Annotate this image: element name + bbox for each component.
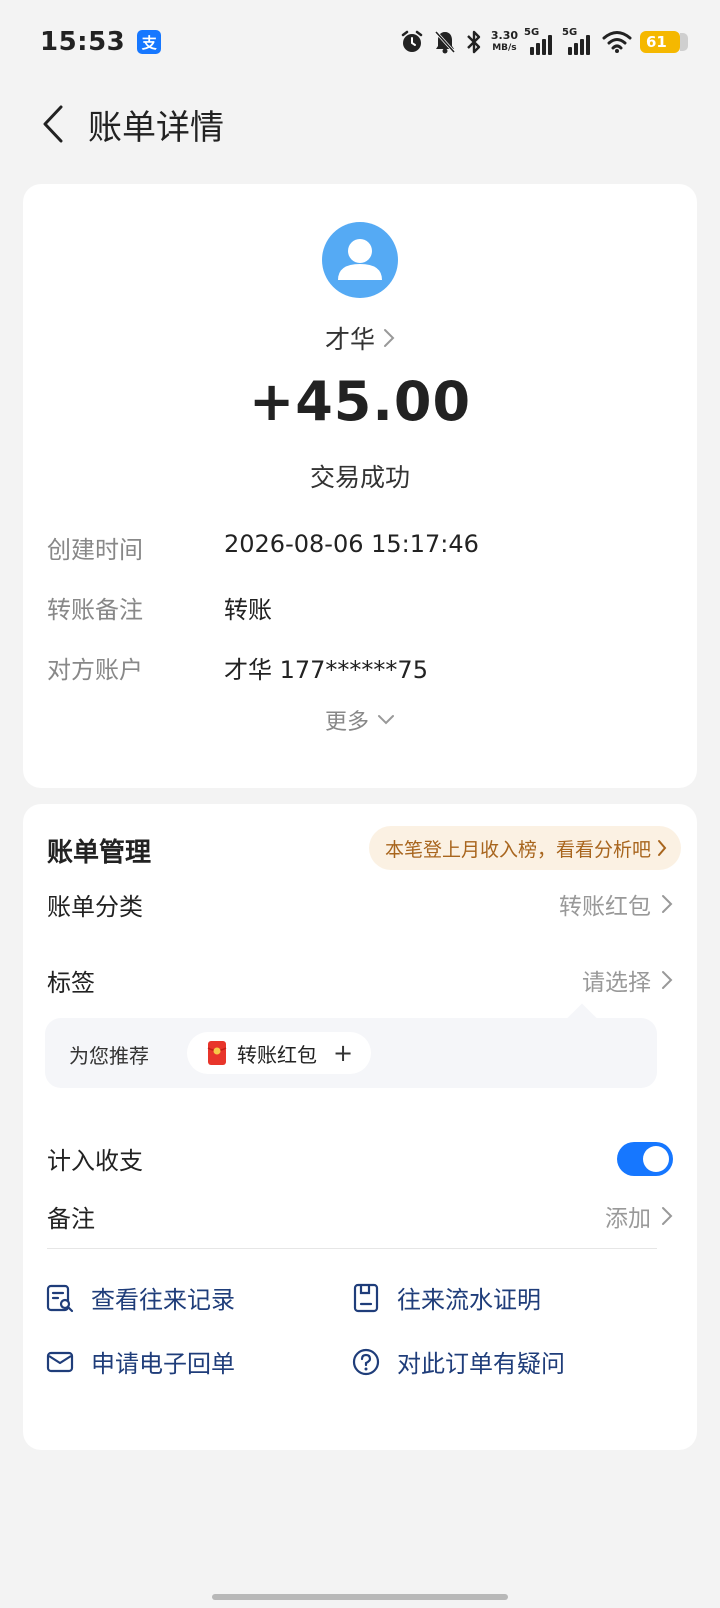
chevron-down-icon xyxy=(378,715,394,725)
promo-text: 本笔登上月收入榜，看看分析吧 xyxy=(384,838,651,861)
chevron-right-icon xyxy=(662,1207,673,1225)
tag-row[interactable]: 标签 请选择 xyxy=(47,962,673,998)
bell-muted-icon xyxy=(434,30,455,54)
record-search-icon xyxy=(46,1284,74,1312)
action-label: 往来流水证明 xyxy=(397,1286,541,1314)
info-label: 转账备注 xyxy=(47,596,143,624)
app-header: 账单详情 xyxy=(0,84,720,164)
status-bar: 15:53 支 3.30 MB/s 5G 5G 61 xyxy=(0,0,720,84)
payee-name: 才华 xyxy=(324,325,375,354)
alarm-icon xyxy=(401,30,423,52)
view-history-link[interactable]: 查看往来记录 xyxy=(45,1280,235,1315)
count-in-balance-label: 计入收支 xyxy=(47,1146,143,1175)
tooltip-notch xyxy=(566,1003,598,1035)
chevron-right-icon xyxy=(662,895,673,913)
info-row-created-time: 创建时间 2026-08-06 15:17:46 xyxy=(47,530,673,565)
bill-management-card: 账单管理 本笔登上月收入榜，看看分析吧 账单分类 转账红包 标签 请选择 为您推… xyxy=(23,804,697,1450)
avatar[interactable] xyxy=(322,222,398,298)
transaction-amount: +45.00 xyxy=(248,370,472,433)
transaction-statement-link[interactable]: 往来流水证明 xyxy=(351,1280,541,1315)
signal-2-label: 5G xyxy=(562,27,578,38)
transaction-status: 交易成功 xyxy=(309,463,410,492)
info-row-transfer-note: 转账备注 转账 xyxy=(47,590,673,625)
home-indicator[interactable] xyxy=(212,1594,508,1600)
chevron-right-icon xyxy=(658,840,667,856)
tag-label: 标签 xyxy=(47,968,95,997)
apply-e-receipt-link[interactable]: 申请电子回单 xyxy=(45,1344,235,1379)
info-value: 2026-08-06 15:17:46 xyxy=(224,530,479,558)
action-label: 查看往来记录 xyxy=(91,1286,235,1314)
info-row-counterparty-account: 对方账户 才华 177******75 xyxy=(47,650,673,685)
bill-category-row[interactable]: 账单分类 转账红包 xyxy=(47,886,673,922)
more-label: 更多 xyxy=(324,710,369,735)
back-button[interactable] xyxy=(18,89,88,159)
tag-recommendation-box: 为您推荐 转账红包 + xyxy=(45,1003,657,1088)
section-title: 账单管理 xyxy=(47,838,152,868)
action-label: 对此订单有疑问 xyxy=(397,1350,565,1378)
question-icon xyxy=(352,1348,380,1375)
divider xyxy=(47,1248,657,1249)
bill-category-label: 账单分类 xyxy=(47,892,143,921)
order-question-link[interactable]: 对此订单有疑问 xyxy=(351,1344,565,1379)
recommend-label: 为您推荐 xyxy=(69,1044,149,1068)
tag-value: 请选择 xyxy=(582,970,651,996)
info-label: 对方账户 xyxy=(47,656,143,684)
bill-category-value: 转账红包 xyxy=(559,894,651,920)
back-arrow-icon xyxy=(43,105,63,143)
count-in-balance-toggle[interactable] xyxy=(617,1142,673,1176)
wifi-icon xyxy=(602,31,632,53)
net-speed-value: 3.30 xyxy=(490,29,518,42)
chevron-right-icon xyxy=(384,329,395,347)
transaction-summary-card: 才华 +45.00 交易成功 创建时间 2026-08-06 15:17:46 … xyxy=(23,184,697,788)
battery-icon: 61 xyxy=(640,31,688,53)
info-label: 创建时间 xyxy=(47,536,143,564)
net-speed-unit: MB/s xyxy=(492,43,517,53)
net-speed: 3.30 MB/s xyxy=(491,30,518,54)
count-in-balance-row: 计入收支 xyxy=(47,1140,673,1176)
recommend-chip-label: 转账红包 xyxy=(237,1042,317,1067)
page-title: 账单详情 xyxy=(88,107,224,148)
payee-link[interactable]: 才华 xyxy=(23,320,697,356)
mail-icon xyxy=(46,1351,74,1372)
status-icons: 3.30 MB/s 5G 5G 61 xyxy=(399,27,688,55)
action-label: 申请电子回单 xyxy=(91,1350,235,1378)
chevron-right-icon xyxy=(662,971,673,989)
income-rank-promo[interactable]: 本笔登上月收入榜，看看分析吧 xyxy=(368,826,681,870)
info-value: 才华 177******75 xyxy=(224,656,428,684)
statement-icon xyxy=(353,1283,379,1312)
user-icon xyxy=(338,239,382,280)
signal-1-label: 5G xyxy=(524,27,540,38)
note-value: 添加 xyxy=(605,1206,651,1232)
more-button[interactable]: 更多 xyxy=(23,704,697,736)
recommend-tag-chip[interactable]: 转账红包 + xyxy=(187,1032,372,1074)
note-row[interactable]: 备注 添加 xyxy=(47,1198,673,1234)
bluetooth-icon xyxy=(467,30,481,54)
signal-icon-2: 5G xyxy=(562,27,594,55)
red-envelope-icon xyxy=(207,1041,227,1065)
alipay-badge-icon: 支 xyxy=(137,30,162,54)
signal-icon: 5G xyxy=(524,27,556,55)
note-label: 备注 xyxy=(47,1204,95,1233)
status-time: 15:53 xyxy=(40,27,126,57)
info-value: 转账 xyxy=(224,596,272,624)
add-tag-icon: + xyxy=(333,1039,354,1067)
